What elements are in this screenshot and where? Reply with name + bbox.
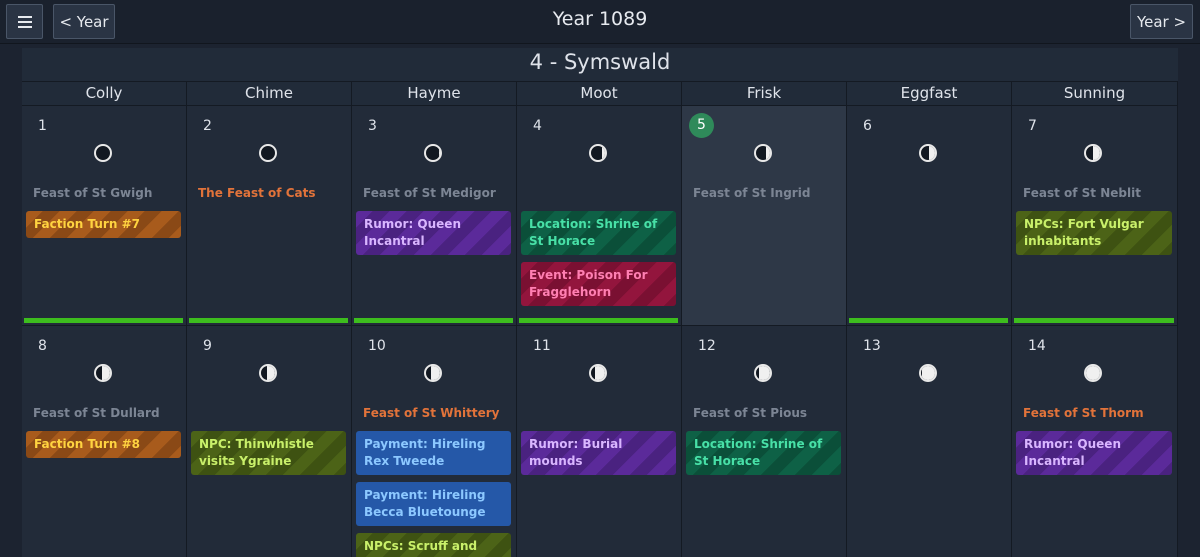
holiday-label: Feast of St Ingrid — [693, 186, 811, 200]
moon-lit-portion — [602, 146, 605, 160]
event-chip[interactable]: NPCs: Scruff and Scripe — [356, 533, 511, 557]
moon-lit-portion — [594, 366, 605, 380]
event-chip[interactable]: Location: Shrine of St Horace — [521, 211, 676, 255]
holiday-label: Feast of St Thorm — [1023, 406, 1144, 420]
moon-lit-portion — [102, 366, 110, 380]
holiday-label: Feast of St Gwigh — [33, 186, 153, 200]
day-cell[interactable]: 10 Feast of St Whittery Payment: Hireling … — [352, 325, 517, 557]
today-day-number: 5 — [689, 113, 714, 138]
day-cell[interactable]: 11 Rumor: Burial mounds — [517, 325, 682, 557]
day-number: 8 — [38, 338, 47, 354]
moon-phase-icon — [754, 364, 772, 382]
moon-lit-portion — [438, 146, 440, 160]
holiday-label: Feast of St Neblit — [1023, 186, 1141, 200]
moon-phase-icon — [259, 364, 277, 382]
event-chip[interactable]: Rumor: Burial mounds — [521, 431, 676, 475]
day-number: 14 — [1028, 338, 1046, 354]
moon-lit-portion — [765, 146, 770, 160]
weekday-header-moot: Moot — [517, 82, 682, 105]
moon-phase-icon — [259, 144, 277, 162]
weekday-header-frisk: Frisk — [682, 82, 847, 105]
holiday-label: Feast of St Pious — [693, 406, 808, 420]
day-cell[interactable]: 4 Location: Shrine of St Horace Event: Poi… — [517, 105, 682, 325]
day-cell[interactable]: 5 Feast of St Ingrid — [682, 105, 847, 325]
moon-phase-icon — [94, 144, 112, 162]
calendar-grid: 1 Feast of St Gwigh Faction Turn #7 2 The Fe… — [22, 105, 1178, 557]
day-cell[interactable]: 12 Feast of St Pious Location: Shrine of S… — [682, 325, 847, 557]
day-number: 2 — [203, 118, 212, 134]
event-chip[interactable]: Location: Shrine of St Horace — [686, 431, 841, 475]
week-progress-bar — [354, 318, 513, 323]
next-year-button[interactable]: Year > — [1130, 4, 1193, 39]
event-chip[interactable]: Rumor: Queen Incantral — [1016, 431, 1172, 475]
moon-lit-portion — [1093, 146, 1100, 160]
moon-phase-icon — [94, 364, 112, 382]
holiday-label: The Feast of Cats — [198, 186, 316, 200]
weekday-header-chime: Chime — [187, 82, 352, 105]
day-cell[interactable]: 13 — [847, 325, 1012, 557]
moon-phase-icon — [919, 364, 937, 382]
event-chip[interactable]: Rumor: Queen Incantral — [356, 211, 511, 255]
day-number: 6 — [863, 118, 872, 134]
day-number: 11 — [533, 338, 551, 354]
event-chip[interactable]: Event: Poison For Fragglehorn — [521, 262, 676, 306]
day-cell[interactable]: 14 Feast of St Thorm Rumor: Queen Incantra… — [1012, 325, 1178, 557]
day-cell[interactable]: 9 NPC: Thinwhistle visits Ygraine — [187, 325, 352, 557]
moon-phase-icon — [589, 144, 607, 162]
moon-phase-icon — [424, 144, 442, 162]
event-chip[interactable]: NPC: Thinwhistle visits Ygraine — [191, 431, 346, 475]
day-number: 13 — [863, 338, 881, 354]
day-cell[interactable]: 2 The Feast of Cats — [187, 105, 352, 325]
week-progress-bar — [519, 318, 678, 323]
week-progress-bar — [189, 318, 348, 323]
moon-lit-portion — [266, 366, 275, 380]
day-cell[interactable]: 8 Feast of St Dullard Faction Turn #8 — [22, 325, 187, 557]
moon-phase-icon — [754, 144, 772, 162]
event-chip[interactable]: Payment: Hireling Becca Bluetounge — [356, 482, 511, 526]
moon-phase-icon — [589, 364, 607, 382]
month-title: 4 - Symswald — [529, 50, 671, 74]
holiday-label: Feast of St Dullard — [33, 406, 160, 420]
month-calendar: 4 - Symswald Colly Chime Hayme Moot Frisk Egg… — [22, 48, 1178, 557]
moon-lit-portion — [922, 366, 935, 380]
day-number: 10 — [368, 338, 386, 354]
holiday-label: Feast of St Whittery — [363, 406, 500, 420]
moon-phase-icon — [1084, 144, 1102, 162]
day-number: 4 — [533, 118, 542, 134]
event-chip[interactable]: NPCs: Fort Vulgar inhabitants — [1016, 211, 1172, 255]
week-progress-bar — [1014, 318, 1174, 323]
day-cell[interactable]: 6 — [847, 105, 1012, 325]
week-progress-bar — [24, 318, 183, 323]
week-progress-bar — [849, 318, 1008, 323]
day-number: 12 — [698, 338, 716, 354]
day-number: 3 — [368, 118, 377, 134]
weekday-header-eggfast: Eggfast — [847, 82, 1012, 105]
moon-lit-portion — [758, 366, 770, 380]
weekday-header-row: Colly Chime Hayme Moot Frisk Eggfast Sunning — [22, 81, 1178, 105]
moon-lit-portion — [430, 366, 440, 380]
moon-lit-portion — [1086, 366, 1100, 380]
day-number: 9 — [203, 338, 212, 354]
weekday-header-sunning: Sunning — [1012, 82, 1178, 105]
year-title: Year 1089 — [552, 8, 648, 30]
day-cell[interactable]: 3 Feast of St Medigor Rumor: Queen Incantr… — [352, 105, 517, 325]
weekday-header-hayme: Hayme — [352, 82, 517, 105]
moon-phase-icon — [1084, 364, 1102, 382]
top-bar: < Year Year 1089 Year > — [0, 0, 1200, 44]
moon-phase-icon — [919, 144, 937, 162]
day-cell[interactable]: 1 Feast of St Gwigh Faction Turn #7 — [22, 105, 187, 325]
event-chip[interactable]: Payment: Hireling Rex Tweede — [356, 431, 511, 475]
day-number: 1 — [38, 118, 47, 134]
weekday-header-colly: Colly — [22, 82, 187, 105]
day-cell[interactable]: 7 Feast of St Neblit NPCs: Fort Vulgar inh… — [1012, 105, 1178, 325]
day-number: 7 — [1028, 118, 1037, 134]
moon-lit-portion — [929, 146, 935, 160]
event-chip[interactable]: Faction Turn #7 — [26, 211, 181, 238]
moon-phase-icon — [424, 364, 442, 382]
event-chip[interactable]: Faction Turn #8 — [26, 431, 181, 458]
holiday-label: Feast of St Medigor — [363, 186, 496, 200]
